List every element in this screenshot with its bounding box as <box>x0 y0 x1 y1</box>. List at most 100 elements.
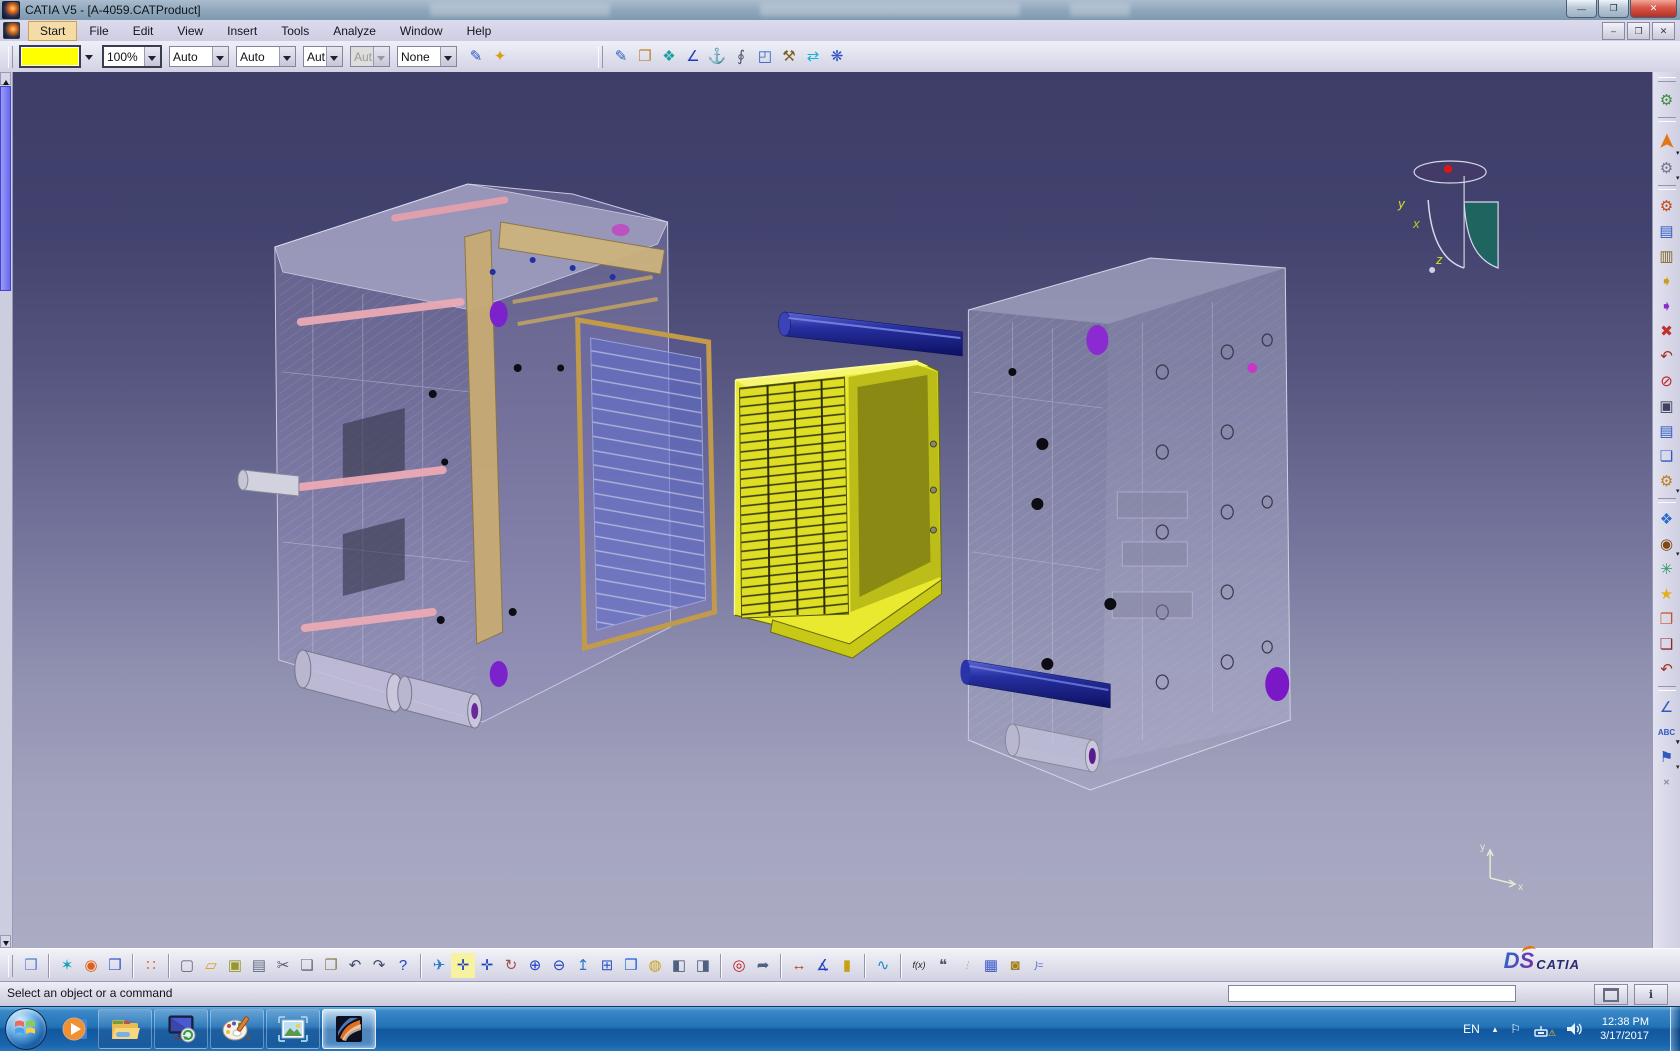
scroll-down-icon[interactable] <box>0 935 11 948</box>
dropdown-arrow-icon[interactable] <box>279 47 295 66</box>
catia-app-icon[interactable] <box>2 1 20 19</box>
sketch-tracer-icon[interactable]: ✎ <box>609 44 633 69</box>
dropdown-arrow-icon[interactable] <box>326 47 342 66</box>
more-tools-icon[interactable]: ✕ <box>1654 770 1680 795</box>
design-table-icon[interactable]: ▦ <box>979 953 1003 978</box>
child-close-button[interactable]: ✕ <box>1652 22 1675 40</box>
wizard-icon[interactable]: ✦ <box>488 44 512 69</box>
catia-taskbar-button[interactable] <box>322 1009 376 1049</box>
document-icon[interactable] <box>3 22 20 39</box>
comment-icon[interactable]: ❝ <box>931 953 955 978</box>
child-minimize-button[interactable]: – <box>1602 22 1625 40</box>
undo-log-icon[interactable]: ↶ <box>1654 344 1680 369</box>
menu-start[interactable]: Start <box>28 21 77 41</box>
expand-panel-button[interactable] <box>1594 984 1628 1005</box>
lock-icon[interactable]: ◙ <box>1003 953 1027 978</box>
hide-show-icon[interactable]: ⊘ <box>1654 369 1680 394</box>
dropdown-arrow-icon[interactable] <box>144 47 160 66</box>
capture-icon[interactable]: ◰ <box>753 44 777 69</box>
gear-select-icon[interactable]: ⚙▾ <box>1654 156 1680 181</box>
menu-tools[interactable]: Tools <box>269 21 321 41</box>
iso-view-icon[interactable]: ❒ <box>619 953 643 978</box>
simulation-icon[interactable]: ◉▾ <box>1654 532 1680 557</box>
attach-icon[interactable]: ∮ <box>729 44 753 69</box>
doc-open-gear-icon[interactable]: ▤ <box>1654 219 1680 244</box>
paste-icon[interactable]: ❐ <box>319 953 343 978</box>
export-doc-icon[interactable]: ➧ <box>1654 269 1680 294</box>
instance-count-icon[interactable]: ⚙▾ <box>1654 469 1680 494</box>
thickness-dropdown[interactable]: Auto <box>236 46 296 67</box>
quick-print-icon[interactable]: ➦ <box>751 953 775 978</box>
fit-all-icon[interactable]: ✛ <box>451 953 475 978</box>
flag-note-icon[interactable]: ⚑▾ <box>1654 745 1680 770</box>
point-symbol-dropdown[interactable]: Aut <box>303 46 343 67</box>
menu-file[interactable]: File <box>77 21 120 41</box>
update-gears-icon[interactable]: ⚙ <box>1654 194 1680 219</box>
hardware-icon[interactable]: ⚒ <box>777 44 801 69</box>
menu-help[interactable]: Help <box>455 21 504 41</box>
swap-visible-icon[interactable]: ⇄ <box>801 44 825 69</box>
render-style-dropdown[interactable]: Aut <box>350 46 390 67</box>
clip-slice-icon[interactable]: ◨ <box>691 953 715 978</box>
close-button[interactable]: ✕ <box>1630 0 1677 18</box>
dropdown-arrow-icon[interactable] <box>440 47 456 66</box>
print-icon[interactable]: ▤ <box>247 953 271 978</box>
measure-between-icon[interactable]: ↔ <box>787 953 811 978</box>
fly-mode-icon[interactable]: ✈ <box>427 953 451 978</box>
3d-viewport[interactable]: y x z y x <box>13 72 1652 948</box>
material-sphere-icon[interactable]: ◉ <box>79 953 103 978</box>
select-arrow-icon[interactable]: ➤▾ <box>1654 126 1680 156</box>
remote-desktop-button[interactable] <box>154 1009 208 1049</box>
catalog-icon[interactable]: ❖ <box>1654 507 1680 532</box>
show-desktop-button[interactable] <box>1670 1007 1680 1051</box>
menu-insert[interactable]: Insert <box>215 21 269 41</box>
compass-free-rotation-dot[interactable] <box>1444 165 1452 173</box>
protractor-icon[interactable]: ∠ <box>681 44 705 69</box>
link-manager-icon[interactable]: ∿ <box>871 953 895 978</box>
painter-icon[interactable]: ✎ <box>464 44 488 69</box>
snap-icon[interactable]: ❏ <box>1654 632 1680 657</box>
redo-icon[interactable]: ↷ <box>367 953 391 978</box>
info-button[interactable]: ℹ <box>1634 984 1668 1005</box>
toggle-dots-icon[interactable]: ⋮ <box>955 953 979 978</box>
component-cube-icon[interactable]: ❒ <box>103 953 127 978</box>
toolbar-grip[interactable] <box>8 955 13 977</box>
mold-assembly-model[interactable]: y x z y x <box>13 72 1652 948</box>
new-document-icon[interactable]: ▢ <box>175 953 199 978</box>
measure-item-icon[interactable]: ∡ <box>811 953 835 978</box>
dmu-box-icon[interactable]: ❒ <box>633 44 657 69</box>
menu-window[interactable]: Window <box>388 21 455 41</box>
snap-grid-icon[interactable]: ∷ <box>139 953 163 978</box>
undo-icon[interactable]: ↶ <box>343 953 367 978</box>
dropdown-arrow-icon[interactable] <box>373 47 389 66</box>
relations-icon[interactable]: }= <box>1027 953 1051 978</box>
zoom-in-icon[interactable]: ⊕ <box>523 953 547 978</box>
constraint-axis-icon[interactable]: ∠ <box>1654 695 1680 720</box>
open-icon[interactable]: ▱ <box>199 953 223 978</box>
yellow-molded-part[interactable] <box>735 361 942 658</box>
world-catalog-icon[interactable]: ✶ <box>55 953 79 978</box>
explorer-button[interactable] <box>98 1009 152 1049</box>
help-icon[interactable]: ? <box>391 953 415 978</box>
formula-icon[interactable]: f(x) <box>907 953 931 978</box>
delete-component-icon[interactable]: ✖ <box>1654 319 1680 344</box>
frame-text-icon[interactable]: ▤ <box>1654 419 1680 444</box>
vertical-scrollbar[interactable] <box>0 72 13 948</box>
color-swatch[interactable] <box>19 45 81 68</box>
quick-view-icon[interactable]: ⊞ <box>595 953 619 978</box>
undo-list-icon[interactable]: ↶ <box>1654 657 1680 682</box>
normal-view-icon[interactable]: ↥ <box>571 953 595 978</box>
layer-dropdown[interactable]: None <box>397 46 457 67</box>
pan-icon[interactable]: ✛ <box>475 953 499 978</box>
anchor-icon[interactable]: ⚓ <box>705 44 729 69</box>
restore-button[interactable]: ❐ <box>1598 0 1629 18</box>
explode-icon[interactable]: ✳ <box>1654 557 1680 582</box>
workbench-icon[interactable]: ❒ <box>19 953 43 978</box>
doc-save-gear-icon[interactable]: ▥ <box>1654 244 1680 269</box>
minimize-button[interactable]: — <box>1566 0 1597 18</box>
update-icon[interactable]: ❋ <box>825 44 849 69</box>
render-style-icon[interactable]: ◍ <box>643 953 667 978</box>
copy-icon[interactable]: ❏ <box>295 953 319 978</box>
clock[interactable]: 12:38 PM 3/17/2017 <box>1600 1015 1649 1043</box>
volume-icon[interactable] <box>1565 1021 1583 1037</box>
